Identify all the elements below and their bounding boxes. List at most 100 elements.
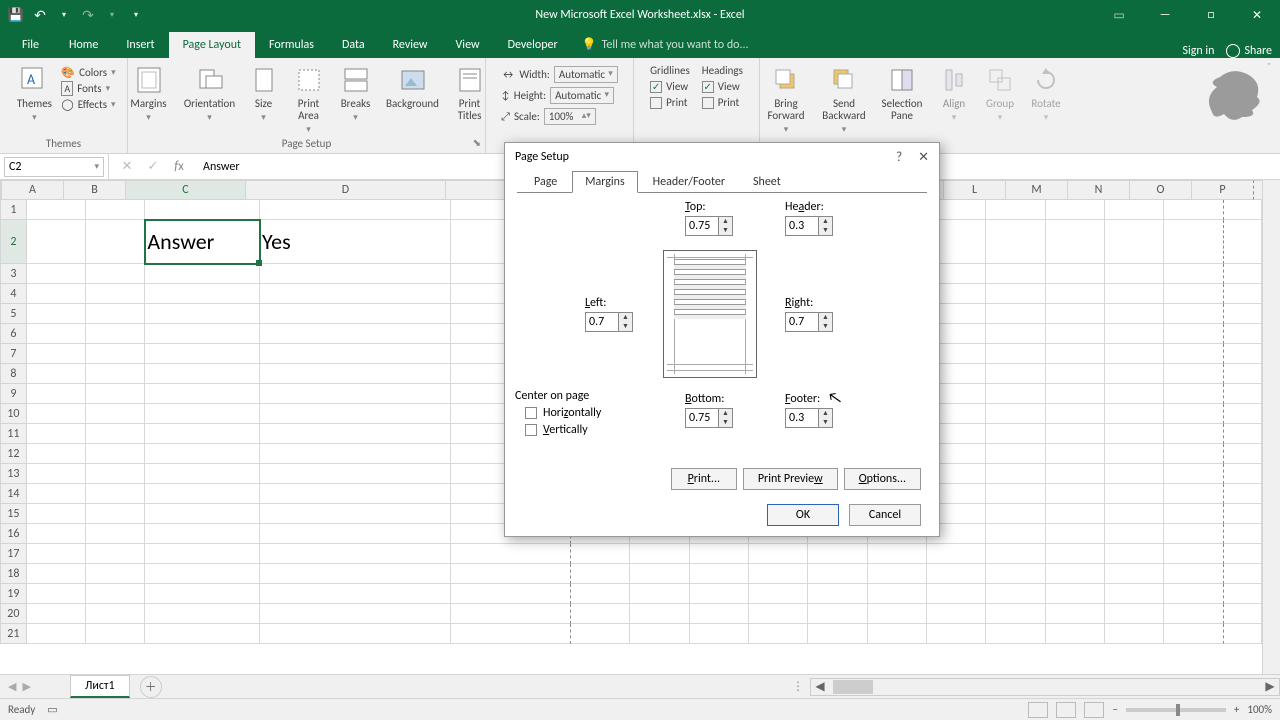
zoom-slider[interactable] xyxy=(1126,708,1226,712)
cell[interactable] xyxy=(260,264,451,284)
cell[interactable] xyxy=(86,484,145,504)
cell[interactable] xyxy=(1164,304,1223,324)
bring-forward-button[interactable]: Bring Forward▾ xyxy=(759,62,813,135)
cell[interactable] xyxy=(1164,544,1223,564)
header-input[interactable] xyxy=(785,216,819,236)
normal-view-icon[interactable] xyxy=(1028,702,1048,718)
footer-input[interactable] xyxy=(785,408,819,428)
cell[interactable] xyxy=(27,624,86,644)
print-button[interactable]: Print... xyxy=(671,468,737,490)
cell[interactable] xyxy=(27,404,86,424)
cell[interactable] xyxy=(1224,200,1262,220)
cell[interactable] xyxy=(86,324,145,344)
cell[interactable] xyxy=(1224,504,1262,524)
cell[interactable] xyxy=(1105,364,1164,384)
cell[interactable] xyxy=(260,624,451,644)
cell[interactable] xyxy=(1224,564,1262,584)
cell[interactable] xyxy=(1164,264,1223,284)
header-spinner[interactable]: ▲▼ xyxy=(785,216,833,236)
cell[interactable] xyxy=(145,404,260,424)
cell[interactable] xyxy=(27,284,86,304)
cell[interactable] xyxy=(1105,464,1164,484)
align-button[interactable]: Align▾ xyxy=(933,62,975,123)
cell[interactable] xyxy=(1105,544,1164,564)
cell[interactable] xyxy=(145,464,260,484)
cell[interactable] xyxy=(86,344,145,364)
cell[interactable] xyxy=(27,384,86,404)
send-backward-button[interactable]: Send Backward▾ xyxy=(817,62,871,135)
cell[interactable] xyxy=(145,544,260,564)
new-sheet-button[interactable]: ＋ xyxy=(140,676,162,698)
cell[interactable] xyxy=(749,584,808,604)
cell[interactable] xyxy=(1046,584,1105,604)
colors-button[interactable]: 🎨Colors▾ xyxy=(61,66,115,79)
cell[interactable] xyxy=(690,624,749,644)
cell[interactable] xyxy=(27,484,86,504)
cell[interactable] xyxy=(145,324,260,344)
cell[interactable] xyxy=(145,484,260,504)
cell[interactable] xyxy=(1224,464,1262,484)
cell[interactable] xyxy=(260,304,451,324)
cell[interactable] xyxy=(145,264,260,284)
cell[interactable] xyxy=(260,524,451,544)
cell[interactable] xyxy=(260,364,451,384)
themes-button[interactable]: A Themes ▾ xyxy=(11,62,57,123)
cell[interactable] xyxy=(986,544,1045,564)
cell[interactable] xyxy=(86,564,145,584)
cell[interactable] xyxy=(808,624,867,644)
row-header-4[interactable]: 4 xyxy=(0,284,27,304)
cell[interactable] xyxy=(1164,384,1223,404)
row-header-15[interactable]: 15 xyxy=(0,504,27,524)
bottom-spinner[interactable]: ▲▼ xyxy=(685,408,733,428)
cell[interactable] xyxy=(749,604,808,624)
row-header-10[interactable]: 10 xyxy=(0,404,27,424)
cell[interactable] xyxy=(260,584,451,604)
row-header-8[interactable]: 8 xyxy=(0,364,27,384)
cell[interactable] xyxy=(86,364,145,384)
cell[interactable] xyxy=(451,604,571,624)
page-layout-view-icon[interactable] xyxy=(1056,702,1076,718)
cell[interactable] xyxy=(808,544,867,564)
cell[interactable] xyxy=(1046,200,1105,220)
tab-split-handle[interactable]: ⋮ xyxy=(786,679,810,694)
size-button[interactable]: Size▾ xyxy=(244,62,284,123)
col-header-a[interactable]: A xyxy=(2,180,64,200)
cell[interactable] xyxy=(1105,444,1164,464)
cell[interactable] xyxy=(145,444,260,464)
cell[interactable] xyxy=(27,220,86,264)
cell[interactable] xyxy=(260,404,451,424)
cell[interactable] xyxy=(260,284,451,304)
cell[interactable] xyxy=(86,504,145,524)
print-titles-button[interactable]: Print Titles xyxy=(448,62,492,122)
cell[interactable] xyxy=(27,604,86,624)
gridlines-print-checkbox[interactable]: Print xyxy=(650,96,690,109)
cell[interactable] xyxy=(1105,344,1164,364)
cell[interactable] xyxy=(1046,284,1105,304)
cell[interactable] xyxy=(27,424,86,444)
redo-icon[interactable]: ↷ xyxy=(80,7,96,23)
cell[interactable] xyxy=(986,344,1045,364)
options-button[interactable]: Options... xyxy=(844,468,921,490)
cell[interactable] xyxy=(451,584,571,604)
tab-home[interactable]: Home xyxy=(55,32,112,58)
minimize-button[interactable]: — xyxy=(1142,0,1188,30)
cell[interactable] xyxy=(1164,284,1223,304)
cell[interactable] xyxy=(86,544,145,564)
cell[interactable] xyxy=(1164,404,1223,424)
cell[interactable] xyxy=(1224,344,1262,364)
cell[interactable] xyxy=(1105,200,1164,220)
cell[interactable] xyxy=(1046,624,1105,644)
cell[interactable] xyxy=(86,200,145,220)
margins-button[interactable]: Margins▾ xyxy=(122,62,176,123)
cell[interactable] xyxy=(86,624,145,644)
cell[interactable] xyxy=(630,584,689,604)
accept-edit-icon[interactable]: ✓ xyxy=(145,159,161,174)
cell[interactable] xyxy=(260,424,451,444)
name-box[interactable]: C2 ▾ xyxy=(4,157,104,177)
tab-insert[interactable]: Insert xyxy=(112,32,168,58)
cell[interactable] xyxy=(86,604,145,624)
height-select[interactable]: Automatic▾ xyxy=(550,87,614,104)
cell[interactable] xyxy=(260,384,451,404)
cell[interactable] xyxy=(1105,404,1164,424)
tab-file[interactable]: File xyxy=(6,32,55,58)
